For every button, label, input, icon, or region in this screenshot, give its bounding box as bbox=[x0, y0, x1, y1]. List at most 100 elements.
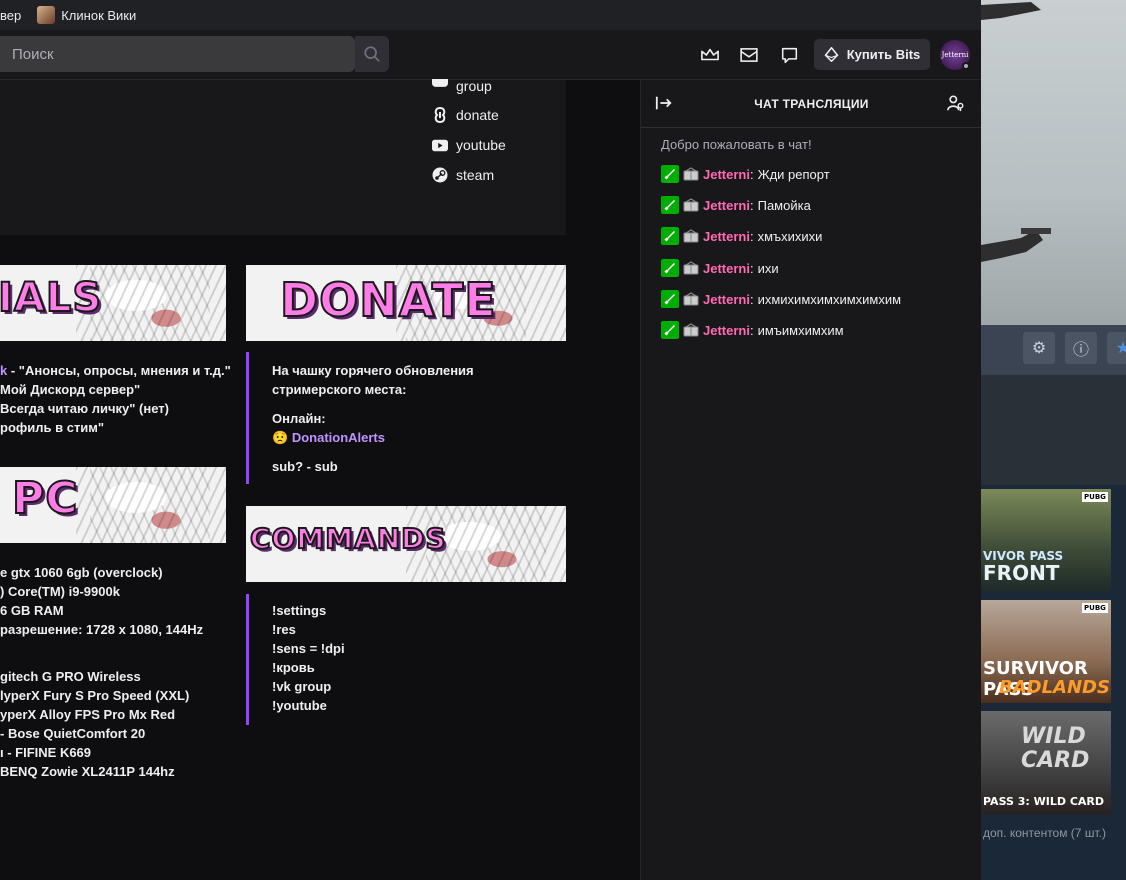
steam-store-window: ⚙ ⓘ ★ VIVOR PASS FRONT PUBG SURVIVOR PAS… bbox=[981, 0, 1126, 880]
chat-message-text: хмъхихихи bbox=[757, 228, 823, 244]
tab-favicon-icon bbox=[37, 6, 56, 24]
steam-icon bbox=[432, 167, 448, 183]
command-item: !res bbox=[272, 622, 296, 637]
command-item: !sens = !dpi bbox=[272, 641, 345, 656]
social-link-label: steam bbox=[456, 167, 495, 183]
chat-username[interactable]: Jetterni bbox=[703, 292, 750, 307]
youtube-icon bbox=[432, 137, 448, 153]
steam-wishlist-button[interactable]: ★ bbox=[1107, 332, 1126, 364]
donate-panel-text: На чашку горячего обновления стримерског… bbox=[272, 361, 474, 476]
chat-title: ЧАТ ТРАНСЛЯЦИИ bbox=[754, 96, 869, 111]
gift-badge-icon[interactable] bbox=[682, 290, 700, 308]
gift-badge-icon[interactable] bbox=[682, 259, 700, 277]
moderator-sword-badge-icon[interactable] bbox=[661, 196, 679, 214]
steam-settings-button[interactable]: ⚙ bbox=[1023, 332, 1055, 364]
search-input[interactable] bbox=[12, 45, 342, 63]
rifle-silhouette-icon bbox=[981, 2, 1051, 262]
inbox-button[interactable] bbox=[738, 44, 760, 66]
gift-badge-icon[interactable] bbox=[682, 165, 700, 183]
presence-status-dot bbox=[962, 62, 970, 70]
donate-sub-line: sub? - sub bbox=[272, 459, 338, 474]
search-button[interactable] bbox=[355, 36, 389, 72]
moderator-sword-badge-icon[interactable] bbox=[661, 321, 679, 339]
donate-online-label: Онлайн: bbox=[272, 411, 326, 426]
browser-tab-active[interactable]: Клинок Вики bbox=[37, 6, 136, 24]
chat-message: Jetterni: хмъхихихи bbox=[661, 227, 822, 245]
chat-username[interactable]: Jetterni bbox=[703, 323, 750, 338]
chat-username[interactable]: Jetterni bbox=[703, 198, 750, 213]
pc-specs-text: e gtx 1060 6gb (overclock) ) Core(TM) i9… bbox=[0, 563, 203, 781]
pc-spec-line: разрешение: 1728 x 1080, 144Hz bbox=[0, 622, 204, 637]
socials-banner-text: IALS bbox=[0, 274, 103, 322]
prime-crown-button[interactable] bbox=[699, 44, 721, 66]
chat-username[interactable]: Jetterni bbox=[703, 167, 750, 182]
star-icon: ★ bbox=[1115, 340, 1126, 357]
chat-bubble-icon bbox=[781, 47, 797, 63]
command-item: !vk group bbox=[272, 679, 332, 694]
command-item: !settings bbox=[272, 603, 327, 618]
gift-badge-icon[interactable] bbox=[682, 227, 700, 245]
donate-link-row[interactable]: 😟 DonationAlerts bbox=[272, 428, 474, 447]
donate-panel-banner: DONATE bbox=[246, 265, 566, 341]
dlc-thumbnail-wild-card[interactable]: WILD CARD PASS 3: WILD CARD bbox=[981, 711, 1111, 814]
gift-badge-icon[interactable] bbox=[682, 321, 700, 339]
pc-spec-line: ) Core(TM) i9-9900k bbox=[0, 584, 120, 599]
moderator-sword-badge-icon[interactable] bbox=[661, 227, 679, 245]
command-item: !кровь bbox=[272, 660, 315, 675]
stream-chat: ЧАТ ТРАНСЛЯЦИИ Добро пожаловать в чат! J… bbox=[640, 80, 982, 880]
chat-username[interactable]: Jetterni bbox=[703, 261, 750, 276]
moderator-sword-badge-icon[interactable] bbox=[661, 259, 679, 277]
moderator-sword-badge-icon[interactable] bbox=[661, 165, 679, 183]
donate-panel-accent-bar bbox=[246, 352, 249, 484]
browser-tab-previous[interactable]: вер bbox=[0, 8, 21, 23]
chat-message-text: имъимхимхим bbox=[757, 322, 844, 338]
donationalerts-icon bbox=[432, 107, 448, 123]
chat-message-text: ихмихимхимхимхимхим bbox=[757, 291, 902, 307]
sad-face-emoji-icon: 😟 bbox=[272, 430, 289, 445]
pc-spec-line: BENQ Zowie XL2411P 144hz bbox=[0, 764, 175, 779]
social-link-label: donate bbox=[456, 107, 499, 123]
chat-username[interactable]: Jetterni bbox=[703, 229, 750, 244]
dlc-thumbnail-fight-front[interactable]: VIVOR PASS FRONT PUBG bbox=[981, 489, 1111, 592]
socials-line: Всегда читаю личку" (нет) bbox=[0, 401, 169, 416]
channel-about-area: group donate youtube steam IALS k - "Ано… bbox=[0, 78, 640, 880]
steam-info-button[interactable]: ⓘ bbox=[1065, 332, 1097, 364]
command-item: !youtube bbox=[272, 698, 327, 713]
donationalerts-link[interactable]: DonationAlerts bbox=[292, 430, 385, 445]
pc-spec-line: ı - FIFINE K669 bbox=[0, 745, 92, 760]
info-icon: ⓘ bbox=[1072, 342, 1089, 359]
social-link-donate[interactable]: donate bbox=[432, 107, 499, 123]
pc-banner-text: PC bbox=[11, 472, 79, 525]
collapse-chat-button[interactable] bbox=[655, 94, 675, 114]
dlc-thumbnail-badlands[interactable]: SURVIVOR PASS BADLANDS PUBG bbox=[981, 600, 1111, 703]
whispers-button[interactable] bbox=[778, 44, 800, 66]
socials-line: k - "Анонсы, опросы, мнения и т.д." bbox=[0, 363, 231, 378]
social-link-group[interactable]: group bbox=[432, 78, 492, 94]
dlc-count-text: доп. контентом (7 шт.) bbox=[983, 826, 1106, 840]
top-navigation: Купить Bits Jetterni bbox=[0, 30, 981, 80]
socials-line: Мой Дискорд сервер" bbox=[0, 382, 141, 397]
pc-spec-line: - Bose QuietComfort 20 bbox=[0, 726, 146, 741]
chat-message-text: Памойка bbox=[757, 197, 811, 213]
social-link-youtube[interactable]: youtube bbox=[432, 137, 506, 153]
collapse-arrow-icon bbox=[655, 96, 672, 110]
gift-badge-icon[interactable] bbox=[682, 196, 700, 214]
search-box bbox=[0, 36, 355, 72]
pc-spec-line: lyperX Fury S Pro Speed (XXL) bbox=[0, 688, 190, 703]
steam-trailer-video[interactable] bbox=[981, 0, 1126, 325]
pc-spec-line: gitech G PRO Wireless bbox=[0, 669, 141, 684]
commands-banner-text: COMMANDS bbox=[249, 521, 447, 556]
chat-message: Jetterni: ихи bbox=[661, 259, 779, 277]
pc-spec-line bbox=[0, 639, 203, 667]
tab-title: Клинок Вики bbox=[61, 7, 137, 23]
moderator-sword-badge-icon[interactable] bbox=[661, 290, 679, 308]
social-link-label: youtube bbox=[456, 137, 506, 153]
crown-icon bbox=[701, 48, 719, 61]
socials-panel-text: k - "Анонсы, опросы, мнения и т.д." Мой … bbox=[0, 361, 231, 437]
users-icon bbox=[947, 95, 964, 112]
community-users-button[interactable] bbox=[947, 94, 967, 114]
pc-spec-line: yperX Alloy FPS Pro Mx Red bbox=[0, 707, 176, 722]
steam-dark-strip bbox=[981, 375, 1126, 485]
buy-bits-button[interactable]: Купить Bits bbox=[814, 39, 930, 70]
social-link-steam[interactable]: steam bbox=[432, 167, 494, 183]
